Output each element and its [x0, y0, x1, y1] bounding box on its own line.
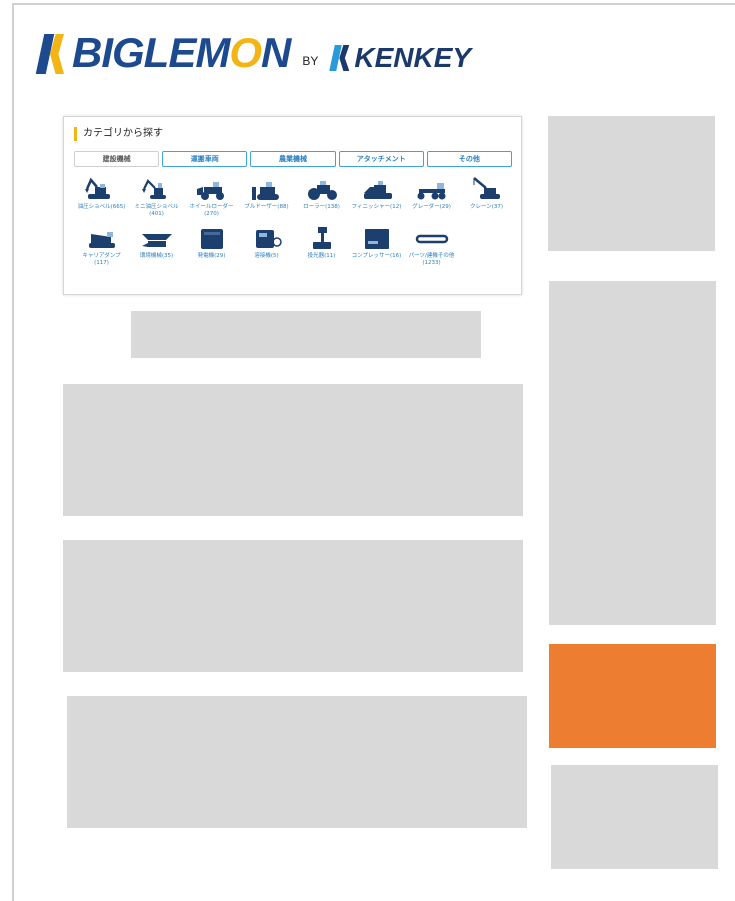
generator-icon: [195, 226, 229, 250]
category-grid: 油圧ショベル(665) ミニ油圧ショベル(401) ホイールローダー(270) ブルド…: [74, 177, 514, 267]
carrier-dump-icon: [85, 226, 119, 250]
tab-agriculture[interactable]: 農業機械: [250, 151, 336, 167]
category-item-label: パーツ/建機その他(1233): [408, 253, 455, 266]
category-search-box: カテゴリから探す 建設機械 運搬車両 農業機械 アタッチメント その他 油圧ショ…: [63, 116, 522, 295]
category-item[interactable]: クレーン(37): [459, 177, 514, 218]
category-item-label: 油圧ショベル(665): [77, 204, 126, 210]
banner-placeholder[interactable]: [131, 311, 481, 358]
tab-transport[interactable]: 運搬車両: [162, 151, 248, 167]
category-item-label: フィニッシャー(12): [351, 204, 402, 210]
category-title: カテゴリから探す: [74, 127, 163, 141]
tab-other[interactable]: その他: [426, 151, 513, 167]
wheel-loader-icon: [195, 177, 229, 201]
category-item-label: 発電機(29): [197, 253, 226, 259]
site-logo[interactable]: BIGLEMON BY KENKEY: [35, 29, 472, 76]
category-item-label: コンプレッサー(16): [351, 253, 402, 259]
category-item[interactable]: ミニ油圧ショベル(401): [129, 177, 184, 218]
category-item-label: ローラー(138): [303, 204, 340, 210]
biglemon-logo-icon: [35, 34, 66, 74]
category-item-label: ブルドーザー(88): [244, 204, 289, 210]
parts-icon: [415, 226, 449, 250]
mini-excavator-icon: [140, 177, 174, 201]
excavator-icon: [84, 177, 119, 201]
category-item-label: 溶接機(5): [254, 253, 279, 259]
brand-by: BY: [302, 54, 319, 68]
partner-name: KENKEY: [354, 42, 472, 73]
content-placeholder-1: [63, 384, 523, 516]
brand-name: BIGLEMON: [72, 29, 291, 76]
crane-icon: [470, 177, 504, 201]
sidebar-placeholder-3: [551, 765, 718, 869]
roller-icon: [305, 177, 339, 201]
tab-construction[interactable]: 建設機械: [74, 151, 160, 167]
category-item-label: 投光器(11): [307, 253, 336, 259]
category-item[interactable]: 溶接機(5): [239, 226, 294, 267]
category-item-label: クレーン(37): [469, 204, 503, 210]
category-item[interactable]: フィニッシャー(12): [349, 177, 404, 218]
bulldozer-icon: [250, 177, 284, 201]
finisher-icon: [360, 177, 394, 201]
category-item-label: グレーダー(29): [412, 204, 451, 210]
category-item-label: ミニ油圧ショベル(401): [134, 204, 179, 217]
sidebar-placeholder-2: [549, 281, 716, 625]
category-item[interactable]: コンプレッサー(16): [349, 226, 404, 267]
category-item[interactable]: キャリアダンプ(117): [74, 226, 129, 267]
category-tabs: 建設機械 運搬車両 農業機械 アタッチメント その他: [74, 151, 513, 167]
compressor-icon: [360, 226, 394, 250]
category-item-label: キャリアダンプ(117): [82, 253, 121, 266]
category-item[interactable]: 発電機(29): [184, 226, 239, 267]
welder-icon: [250, 226, 284, 250]
content-placeholder-3: [67, 696, 527, 828]
category-item[interactable]: パーツ/建機その他(1233): [404, 226, 459, 267]
grader-icon: [415, 177, 449, 201]
category-item-label: 環境機械(35): [139, 253, 174, 259]
sidebar-accent-banner[interactable]: [549, 644, 716, 748]
category-item[interactable]: ブルドーザー(88): [239, 177, 294, 218]
category-item[interactable]: グレーダー(29): [404, 177, 459, 218]
floodlight-icon: [305, 226, 339, 250]
category-item[interactable]: 投光器(11): [294, 226, 349, 267]
category-item[interactable]: ホイールローダー(270): [184, 177, 239, 218]
category-item[interactable]: 油圧ショベル(665): [74, 177, 129, 218]
category-item[interactable]: 環境機械(35): [129, 226, 184, 267]
environment-machine-icon: [140, 226, 174, 250]
tab-attachment[interactable]: アタッチメント: [338, 151, 424, 167]
sidebar-placeholder-1: [548, 116, 715, 251]
kenkey-logo-icon: [329, 45, 350, 71]
category-item-label: ホイールローダー(270): [189, 204, 234, 217]
category-item[interactable]: ローラー(138): [294, 177, 349, 218]
content-placeholder-2: [63, 540, 523, 672]
